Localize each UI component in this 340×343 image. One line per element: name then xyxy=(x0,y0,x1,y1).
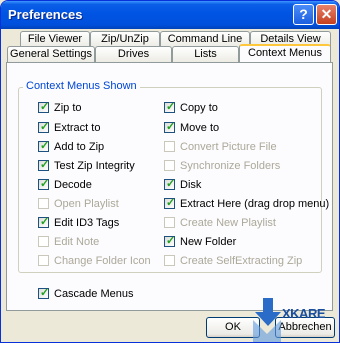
group-label: Context Menus Shown xyxy=(23,80,140,92)
option-label: Disk xyxy=(180,179,202,191)
checkmark-icon: ✓ xyxy=(40,140,50,152)
checkbox[interactable]: ✓ xyxy=(38,178,50,190)
checkbox[interactable]: ✓ xyxy=(38,159,50,171)
tab-drives[interactable]: Drives xyxy=(95,46,172,62)
option-label: Change Folder Icon xyxy=(54,255,151,267)
checkbox xyxy=(38,236,49,247)
option-label: Cascade Menus xyxy=(54,288,134,300)
checkbox[interactable]: ✓ xyxy=(164,197,176,209)
checkmark-icon: ✓ xyxy=(166,235,176,247)
checkbox[interactable]: ✓ xyxy=(38,121,50,133)
checkmark-icon: ✓ xyxy=(166,197,176,209)
option-label: Add to Zip xyxy=(54,141,105,153)
checkmark-icon: ✓ xyxy=(40,159,50,171)
option-label: Move to xyxy=(180,122,220,134)
checkbox[interactable]: ✓ xyxy=(38,216,50,228)
checkmark-icon: ✓ xyxy=(166,178,176,190)
option-label: Copy to xyxy=(180,102,218,114)
tab-zip-unzip[interactable]: Zip/UnZip xyxy=(90,31,160,47)
tab-command-line[interactable]: Command Line xyxy=(160,31,250,47)
checkbox[interactable]: ✓ xyxy=(38,140,50,152)
checkmark-icon: ✓ xyxy=(40,287,50,299)
option-label: New Folder xyxy=(180,236,237,248)
preferences-window: Preferences ? ✕ File Viewer Zip/UnZip Co… xyxy=(0,0,340,343)
title-bar[interactable]: Preferences ? ✕ xyxy=(1,1,339,29)
checkbox xyxy=(164,217,175,228)
checkbox xyxy=(164,255,175,266)
window-title: Preferences xyxy=(8,7,83,22)
tab-lists[interactable]: Lists xyxy=(172,46,239,62)
checkbox[interactable]: ✓ xyxy=(164,178,176,190)
option-label: Synchronize Folders xyxy=(180,160,281,172)
checkbox[interactable]: ✓ xyxy=(164,121,176,133)
option-label: Test Zip Integrity xyxy=(54,160,135,172)
xkare-watermark: XKARE xyxy=(282,306,326,321)
checkbox xyxy=(164,160,175,171)
checkmark-icon: ✓ xyxy=(40,121,50,133)
option-label: Open Playlist xyxy=(54,198,119,210)
option-label: Create New Playlist xyxy=(180,217,276,229)
help-button[interactable]: ? xyxy=(293,4,314,25)
option-label: Convert Picture File xyxy=(180,141,277,153)
tab-general-settings[interactable]: General Settings xyxy=(7,46,95,62)
checkbox[interactable]: ✓ xyxy=(38,101,50,113)
ok-button[interactable]: OK xyxy=(206,317,260,338)
option-label: Create SelfExtracting Zip xyxy=(180,255,303,267)
checkmark-icon: ✓ xyxy=(166,121,176,133)
checkbox xyxy=(38,198,49,209)
option-label: Decode xyxy=(54,179,92,191)
tab-context-menus[interactable]: Context Menus xyxy=(239,44,331,62)
checkbox[interactable]: ✓ xyxy=(164,101,176,113)
checkbox[interactable]: ✓ xyxy=(38,287,50,299)
option-label: Edit ID3 Tags xyxy=(54,217,120,229)
option-label: Extract Here (drag drop menu) xyxy=(180,198,330,210)
checkbox xyxy=(164,141,175,152)
checkbox xyxy=(38,255,49,266)
checkbox[interactable]: ✓ xyxy=(164,235,176,247)
option-label: Extract to xyxy=(54,122,101,134)
checkmark-icon: ✓ xyxy=(40,216,50,228)
close-button[interactable]: ✕ xyxy=(316,4,337,25)
tab-file-viewer[interactable]: File Viewer xyxy=(20,31,90,47)
checkmark-icon: ✓ xyxy=(166,101,176,113)
checkmark-icon: ✓ xyxy=(40,178,50,190)
checkmark-icon: ✓ xyxy=(40,101,50,113)
option-label: Edit Note xyxy=(54,236,100,248)
option-label: Zip to xyxy=(54,102,82,114)
